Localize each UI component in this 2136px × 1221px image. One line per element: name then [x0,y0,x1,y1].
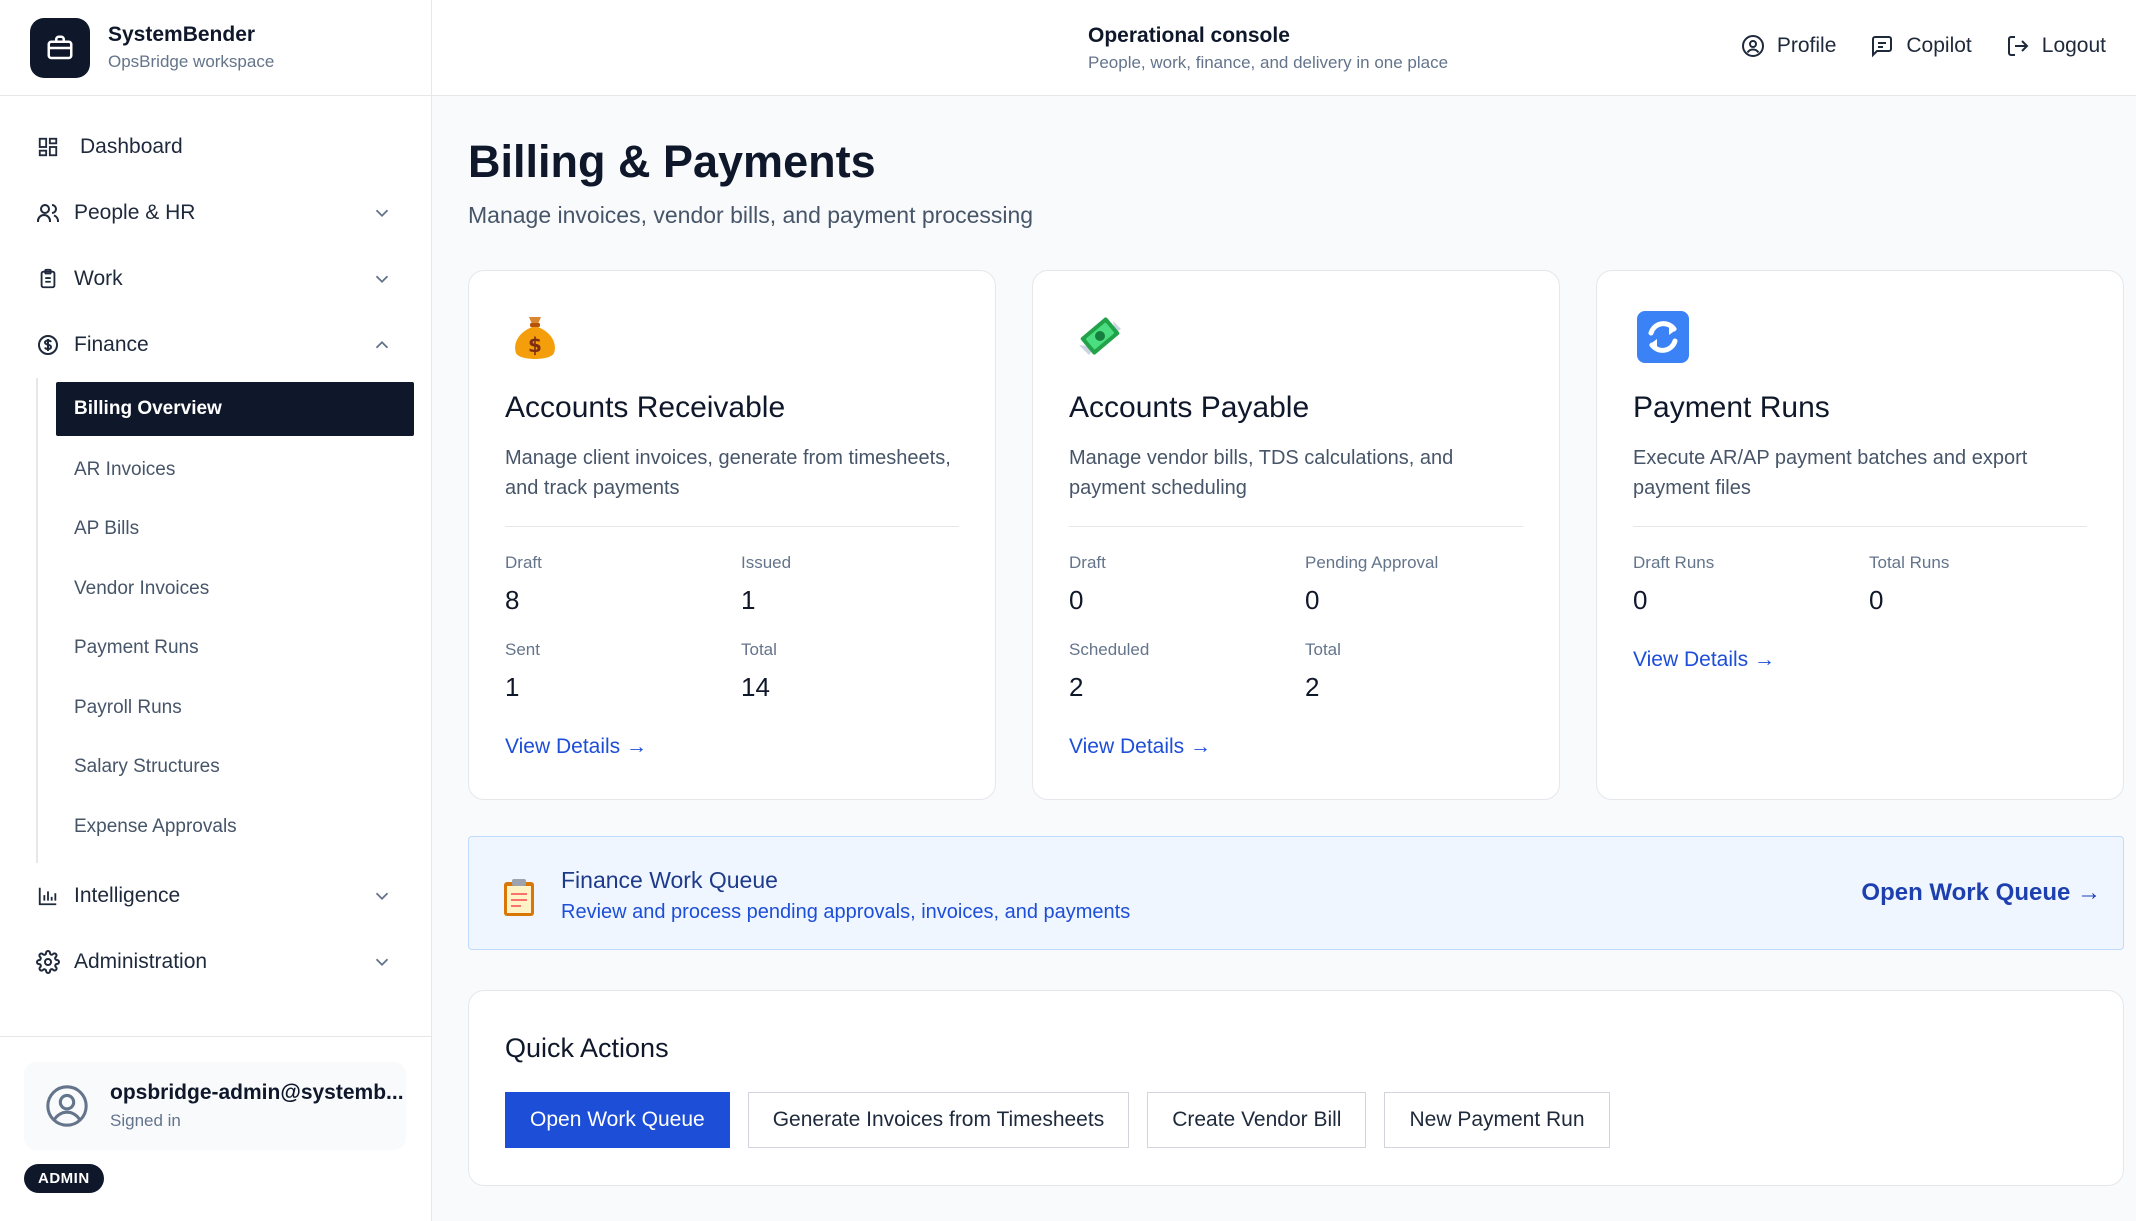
sidebar-item-ap-bills[interactable]: AP Bills [38,500,431,560]
chevron-down-icon [375,209,389,218]
accounts-payable-card: Accounts Payable Manage vendor bills, TD… [1032,270,1560,800]
clipboard-icon [36,267,60,291]
users-icon [36,201,60,225]
stat-scheduled: Scheduled 2 [1069,640,1150,702]
stat-total: Total 14 [741,640,777,702]
console-title: Operational console [1088,24,1290,47]
sidebar-nav: Dashboard People & HR Work Finance Billi… [0,96,431,995]
workspace-name: OpsBridge workspace [108,52,275,71]
stat-total: Total 2 [1305,640,1341,702]
bar-chart-icon [36,884,60,908]
stat-sent: Sent 1 [505,640,540,702]
stat-issued: Issued 1 [741,553,792,615]
sidebar-item-label: Administration [74,949,208,973]
quick-actions-panel: Quick Actions Open Work Queue Generate I… [468,990,2124,1186]
sidebar-item-intelligence[interactable]: Intelligence [0,863,431,929]
gear-icon [36,949,60,974]
sidebar-item-label: Work [74,267,123,290]
brand[interactable]: SystemBender OpsBridge workspace [0,0,431,96]
user-avatar-icon [44,1083,90,1129]
open-work-queue-button[interactable]: Open Work Queue [505,1092,730,1148]
stat-total-runs: Total Runs 0 [1869,553,1950,615]
svg-text:$: $ [528,333,542,357]
sidebar-item-dashboard[interactable]: Dashboard [0,114,431,180]
sidebar-item-label: People & HR [74,201,196,224]
page-title: Billing & Payments [468,136,876,187]
sidebar-item-administration[interactable]: Administration [0,929,431,995]
payment-runs-card: Payment Runs Execute AR/AP payment batch… [1596,270,2124,800]
sidebar-item-label: Intelligence [74,883,181,907]
clipboard-icon [504,879,534,916]
console-heading: Operational console People, work, financ… [1088,24,1448,73]
sidebar-item-work[interactable]: Work [0,246,431,312]
card-title: Accounts Payable [1069,391,1310,424]
main-content: Billing & Payments Manage invoices, vend… [432,96,2136,1221]
sidebar-item-finance[interactable]: Finance [0,312,431,378]
money-with-wings-icon [1079,317,1121,355]
sidebar-item-people-hr[interactable]: People & HR [0,180,431,246]
sidebar-item-billing-overview[interactable]: Billing Overview [56,382,414,436]
queue-subtitle: Review and process pending approvals, in… [561,901,1131,923]
dollar-circle-icon [36,333,60,357]
card-title: Accounts Receivable [505,391,786,424]
header-actions: Profile Copilot Logout [1741,34,2106,58]
role-badge: ADMIN [24,1164,104,1193]
new-payment-run-button[interactable]: New Payment Run [1384,1092,1610,1148]
sidebar-item-payment-runs[interactable]: Payment Runs [38,619,431,679]
chevron-down-icon [375,958,389,966]
finance-work-queue-banner: Finance Work Queue Review and process pe… [468,836,2124,950]
sidebar-item-vendor-invoices[interactable]: Vendor Invoices [38,559,431,619]
sidebar-divider [0,1036,432,1037]
grid-icon [36,135,60,159]
logout-button[interactable]: Logout [2006,34,2106,58]
top-header: Operational console People, work, financ… [432,0,2136,96]
stat-draft-runs: Draft Runs 0 [1633,553,1715,615]
stat-pending-approval: Pending Approval 0 [1305,553,1439,615]
sidebar-item-salary-structures[interactable]: Salary Structures [38,738,431,798]
briefcase-icon [30,17,90,78]
app-root: SystemBender OpsBridge workspace Dashboa… [0,0,2136,1221]
stat-draft: Draft 8 [505,553,542,615]
sidebar-item-ar-invoices[interactable]: AR Invoices [38,440,431,500]
accounts-receivable-card: $ Accounts Receivable Manage client invo… [468,270,996,800]
quick-actions-title: Quick Actions [505,1033,669,1063]
chevron-up-icon [375,340,389,349]
open-work-queue-link[interactable]: Open Work Queue → [1861,879,2101,907]
chevron-down-icon [375,892,389,900]
sidebar-item-payroll-runs[interactable]: Payroll Runs [38,678,431,738]
sidebar-item-label: Finance [74,333,149,356]
stat-draft: Draft 0 [1069,553,1106,615]
quick-actions-buttons: Open Work Queue Generate Invoices from T… [505,1092,1610,1148]
money-bag-icon: $ [515,317,555,359]
view-details-link[interactable]: View Details → [1633,648,1775,672]
card-description: Execute AR/AP payment batches and export… [1633,447,2028,499]
user-status: Signed in [110,1111,181,1130]
sidebar-item-label: Dashboard [80,135,183,158]
sidebar-item-expense-approvals[interactable]: Expense Approvals [38,797,431,857]
user-email: opsbridge-admin@systemb... [110,1081,404,1104]
chevron-down-icon [375,275,389,284]
card-description: Manage vendor bills, TDS calculations, a… [1069,447,1454,499]
view-details-link[interactable]: View Details → [1069,735,1211,759]
create-vendor-bill-button[interactable]: Create Vendor Bill [1147,1092,1367,1148]
generate-invoices-button[interactable]: Generate Invoices from Timesheets [747,1092,1130,1148]
queue-title: Finance Work Queue [561,867,778,893]
finance-submenu: Billing Overview AR Invoices AP Bills Ve… [36,378,431,863]
card-title: Payment Runs [1633,391,1830,424]
copilot-button[interactable]: Copilot [1870,34,1972,58]
refresh-arrows-icon [1637,311,1689,363]
user-card[interactable]: opsbridge-admin@systemb... Signed in [24,1062,406,1150]
console-subtitle: People, work, finance, and delivery in o… [1088,53,1449,72]
view-details-link[interactable]: View Details → [505,735,647,759]
user-circle-icon [1741,35,1764,57]
card-description: Manage client invoices, generate from ti… [505,447,951,499]
profile-button[interactable]: Profile [1741,34,1836,58]
page-subtitle: Manage invoices, vendor bills, and payme… [468,202,1034,228]
logout-icon [2007,36,2029,56]
sidebar: SystemBender OpsBridge workspace Dashboa… [0,0,432,1221]
brand-name: SystemBender [108,23,256,46]
chat-icon [1872,36,1893,58]
